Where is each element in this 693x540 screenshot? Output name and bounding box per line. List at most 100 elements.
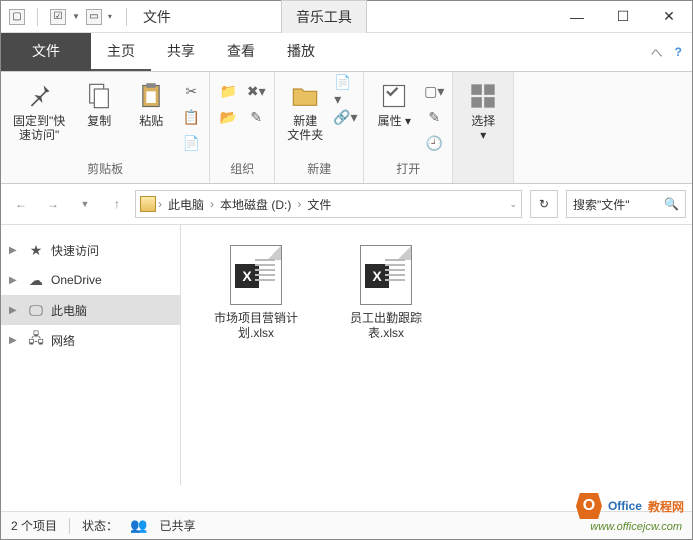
ribbon-tabs: 文件 主页 共享 查看 播放 へ ?: [1, 33, 692, 72]
select-button[interactable]: 选择▾: [459, 76, 507, 146]
minimize-button[interactable]: —: [554, 1, 600, 33]
app-icon[interactable]: ▢: [9, 9, 25, 25]
copy-button[interactable]: 复制: [75, 76, 123, 132]
window-title: 文件: [133, 7, 181, 27]
paste-button[interactable]: 粘贴: [127, 76, 175, 132]
watermark-url: www.officejcw.com: [590, 521, 682, 533]
monitor-icon: 🖵: [27, 301, 45, 319]
up-button[interactable]: ↑: [103, 190, 131, 218]
watermark-logo: O Office教程网: [576, 493, 684, 519]
nav-network[interactable]: ▶ 🖧 网络: [1, 325, 180, 355]
paste-shortcut-icon[interactable]: 📄: [179, 132, 203, 154]
quick-access-toolbar: ▢ ☑ ▼ ▭ ▾: [1, 8, 120, 26]
excel-file-icon: X: [230, 245, 282, 305]
help-icon[interactable]: ?: [675, 45, 682, 59]
qat-properties-icon[interactable]: ☑: [50, 9, 66, 25]
file-item[interactable]: X 市场项目营销计划.xlsx: [211, 245, 301, 341]
copypath-icon[interactable]: 📋: [179, 106, 203, 128]
nav-network-label: 网络: [51, 332, 75, 349]
group-open: 属性 ▾ ▢▾ ✎ 🕘 打开: [364, 72, 453, 183]
newfolder-icon: [289, 80, 321, 112]
nav-pane: ▶ ★ 快速访问 ▶ ☁ OneDrive ▶ 🖵 此电脑 ▶ 🖧 网络: [1, 225, 181, 485]
newfolder-button[interactable]: 新建 文件夹: [281, 76, 329, 146]
excel-file-icon: X: [360, 245, 412, 305]
open-icon[interactable]: ▢▾: [422, 80, 446, 102]
close-button[interactable]: ✕: [646, 1, 692, 33]
expand-icon[interactable]: ▶: [9, 275, 21, 286]
status-label: 状态：: [82, 517, 118, 534]
file-name: 市场项目营销计划.xlsx: [211, 311, 301, 341]
nav-onedrive[interactable]: ▶ ☁ OneDrive: [1, 265, 180, 295]
copy-label: 复制: [87, 114, 111, 128]
bc-drive[interactable]: 本地磁盘 (D:): [216, 196, 295, 213]
delete-icon[interactable]: ✖▾: [244, 80, 268, 102]
organize-group-label: 组织: [230, 158, 254, 179]
office-hex-icon: O: [576, 493, 602, 519]
tab-view[interactable]: 查看: [211, 33, 271, 71]
contextual-tab-music[interactable]: 音乐工具: [281, 0, 367, 33]
search-placeholder: 搜索"文件": [573, 196, 630, 213]
window-buttons: — ☐ ✕: [554, 1, 692, 33]
paste-icon: [135, 80, 167, 112]
expand-icon[interactable]: ▶: [9, 245, 21, 256]
breadcrumb[interactable]: › 此电脑 › 本地磁盘 (D:) › 文件 ⌄: [135, 190, 522, 218]
share-icon: 👥: [130, 517, 147, 534]
cloud-icon: ☁: [27, 271, 45, 289]
recent-dropdown[interactable]: ▼: [71, 190, 99, 218]
copyto-icon[interactable]: 📂: [216, 106, 240, 128]
explorer-body: ▶ ★ 快速访问 ▶ ☁ OneDrive ▶ 🖵 此电脑 ▶ 🖧 网络 X 市…: [1, 225, 692, 485]
chevron-right-icon[interactable]: ›: [297, 197, 301, 211]
history-icon[interactable]: 🕘: [422, 132, 446, 154]
select-icon: [467, 80, 499, 112]
tab-home[interactable]: 主页: [91, 33, 151, 71]
edit-icon[interactable]: ✎: [422, 106, 446, 128]
search-input[interactable]: 搜索"文件" 🔍: [566, 190, 686, 218]
star-icon: ★: [27, 241, 45, 259]
select-label: 选择▾: [471, 114, 495, 142]
bc-folder[interactable]: 文件: [303, 196, 335, 213]
network-icon: 🖧: [27, 331, 45, 349]
properties-button[interactable]: 属性 ▾: [370, 76, 418, 132]
tab-share[interactable]: 共享: [151, 33, 211, 71]
chevron-right-icon[interactable]: ›: [158, 197, 162, 211]
expand-icon[interactable]: ▶: [9, 305, 21, 316]
breadcrumb-dropdown-icon[interactable]: ⌄: [509, 199, 517, 210]
pin-label: 固定到"快 速访问": [13, 114, 65, 142]
qat-dropdown-icon[interactable]: ▼: [72, 12, 80, 21]
qat-newfolder-icon[interactable]: ▭: [86, 9, 102, 25]
newfolder-label: 新建 文件夹: [287, 114, 323, 142]
properties-icon: [378, 80, 410, 112]
bc-thispc[interactable]: 此电脑: [164, 196, 208, 213]
refresh-button[interactable]: ↻: [530, 190, 558, 218]
nav-onedrive-label: OneDrive: [51, 273, 102, 287]
moveto-icon[interactable]: 📁: [216, 80, 240, 102]
tab-file[interactable]: 文件: [1, 33, 91, 71]
newitem-icon[interactable]: 📄▾: [333, 80, 357, 102]
tab-play[interactable]: 播放: [271, 33, 331, 71]
rename-icon[interactable]: ✎: [244, 106, 268, 128]
properties-label: 属性 ▾: [378, 114, 411, 128]
cut-icon[interactable]: ✂: [179, 80, 203, 102]
open-group-label: 打开: [396, 158, 420, 179]
back-button[interactable]: ←: [7, 190, 35, 218]
file-item[interactable]: X 员工出勤跟踪表.xlsx: [341, 245, 431, 341]
ribbon: 固定到"快 速访问" 复制 粘贴 ✂ 📋 📄 剪贴板: [1, 72, 692, 184]
group-clipboard: 固定到"快 速访问" 复制 粘贴 ✂ 📋 📄 剪贴板: [1, 72, 210, 183]
easyaccess-icon[interactable]: 🔗▾: [333, 106, 357, 128]
expand-icon[interactable]: ▶: [9, 335, 21, 346]
pin-button[interactable]: 固定到"快 速访问": [7, 76, 71, 146]
qat-customize-icon[interactable]: ▾: [108, 12, 112, 21]
group-select: 选择▾: [453, 72, 514, 183]
forward-button[interactable]: →: [39, 190, 67, 218]
ribbon-collapse-icon[interactable]: へ: [651, 44, 663, 61]
new-group-label: 新建: [307, 158, 331, 179]
file-list[interactable]: X 市场项目营销计划.xlsx X 员工出勤跟踪表.xlsx: [181, 225, 692, 485]
nav-quick-access[interactable]: ▶ ★ 快速访问: [1, 235, 180, 265]
nav-thispc[interactable]: ▶ 🖵 此电脑: [1, 295, 180, 325]
nav-quick-label: 快速访问: [51, 242, 99, 259]
chevron-right-icon[interactable]: ›: [210, 197, 214, 211]
folder-icon: [140, 196, 156, 212]
group-organize: 📁 📂 ✖▾ ✎ 组织: [210, 72, 275, 183]
maximize-button[interactable]: ☐: [600, 1, 646, 33]
status-value: 已共享: [159, 517, 195, 534]
